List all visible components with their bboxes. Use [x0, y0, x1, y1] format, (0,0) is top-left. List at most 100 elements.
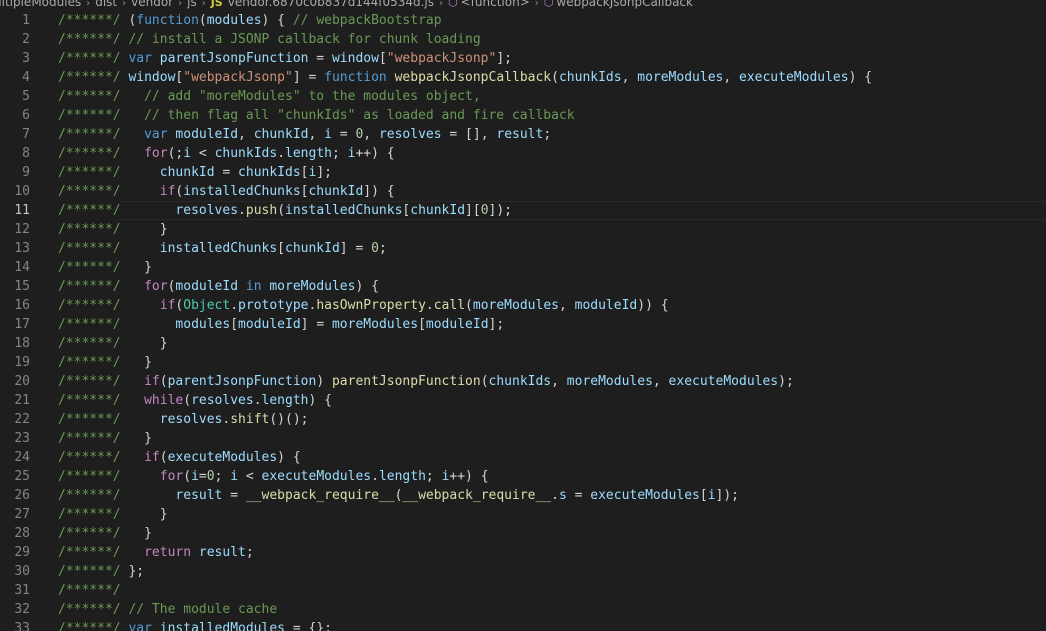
code-line[interactable]: 26 /******/ result = __webpack_require__(…	[0, 486, 1046, 505]
code-token: chunkIds	[558, 70, 622, 85]
code-line[interactable]: 13 /******/ installedChunks[chunkId] = 0;	[0, 239, 1046, 258]
code-token: .	[277, 146, 286, 161]
code-token: /******/	[58, 241, 121, 256]
code-line[interactable]: 4 /******/ window["webpackJsonp"] = funct…	[0, 68, 1046, 87]
code-line[interactable]: 11 /******/ resolves.push(installedChunks…	[0, 201, 1046, 220]
code-line[interactable]: 1/******/ (function(modules) { // webpac…	[0, 11, 1046, 30]
code-text: /******/ }	[58, 429, 152, 448]
code-token: moduleId	[574, 298, 638, 313]
code-token: // add "moreModules" to the modules obje…	[144, 89, 481, 104]
code-text: /******/ return result;	[58, 543, 254, 562]
code-token: chunkId	[410, 203, 466, 218]
code-token: in	[245, 279, 262, 294]
code-line[interactable]: 14 /******/ }	[0, 258, 1046, 277]
code-line[interactable]: 12 /******/ }	[0, 220, 1046, 239]
code-token: /******/	[58, 412, 121, 427]
line-number: 15	[14, 279, 30, 294]
code-line[interactable]: 30 /******/ };	[0, 562, 1046, 581]
breadcrumb-item[interactable]: js	[187, 0, 197, 9]
breadcrumb-separator-icon: ›	[201, 0, 206, 9]
breadcrumb-item[interactable]: vendor	[131, 0, 173, 9]
code-line[interactable]: 24 /******/ if(executeModules) {	[0, 448, 1046, 467]
code-token: (	[159, 450, 168, 465]
code-token: ,	[558, 298, 575, 313]
breadcrumb-item[interactable]: ⬡ <function>	[448, 0, 530, 9]
code-line[interactable]: 15 /******/ for(moduleId in moreModules) …	[0, 277, 1046, 296]
code-line[interactable]: 25/******/ for(i=0; i < executeModules.l…	[0, 467, 1046, 486]
code-token: /******/	[58, 89, 121, 104]
code-token: moreModules	[331, 317, 419, 332]
code-text: /******/ // add "moreModules" to the mod…	[58, 87, 481, 106]
code-token: chunkIds	[488, 374, 552, 389]
code-line[interactable]: 27 /******/ }	[0, 505, 1046, 524]
code-token: if	[144, 450, 160, 465]
code-token: /******/	[58, 279, 121, 294]
code-token: resolves	[191, 393, 254, 408]
code-line[interactable]: 3 /******/ var parentJsonpFunction = wind…	[0, 49, 1046, 68]
code-text: /******/ var installedModules = {};	[58, 619, 332, 631]
code-text: /******/ for(moduleId in moreModules) {	[58, 277, 379, 296]
code-line[interactable]: 21 /******/ while(resolves.length) {	[0, 391, 1046, 410]
code-line[interactable]: 7 /******/ var moduleId, chunkId, i = 0, …	[0, 125, 1046, 144]
code-line[interactable]: 2 /******/ // install a JSONP callback fo…	[0, 30, 1046, 49]
code-line[interactable]: 23 /******/ }	[0, 429, 1046, 448]
code-token: ,	[551, 374, 567, 389]
code-token: <	[238, 469, 262, 484]
code-line[interactable]: 32 /******/ // The module cache	[0, 600, 1046, 619]
code-token: chunkIds	[238, 165, 301, 180]
code-line[interactable]: 22 /******/ resolves.shift()();	[0, 410, 1046, 429]
code-line[interactable]: 17/******/ modules[moduleId] = moreModul…	[0, 315, 1046, 334]
breadcrumb-item[interactable]: ultipleModules	[0, 0, 81, 9]
breadcrumb-item[interactable]: JS vendor.6870c0b837d144f0534d.js	[211, 0, 434, 9]
code-line[interactable]: 16/******/ if(Object.prototype.hasOwnPro…	[0, 296, 1046, 315]
code-token: (	[480, 374, 489, 389]
code-line[interactable]: 9 /******/ chunkId = chunkIds[i];	[0, 163, 1046, 182]
code-editor[interactable]: 1/******/ (function(modules) { // webpac…	[0, 11, 1046, 631]
code-line[interactable]: 28 /******/ }	[0, 524, 1046, 543]
code-line[interactable]: 33 /******/ var installedModules = {};	[0, 619, 1046, 631]
code-line[interactable]: 8/******/ for(;i < chunkIds.length; i++)…	[0, 144, 1046, 163]
line-number: 1	[22, 13, 30, 28]
breadcrumb-item[interactable]: ⬡ webpackJsonpCallback	[544, 0, 693, 9]
code-line[interactable]: 29 /******/ return result;	[0, 543, 1046, 562]
code-text: /******/ if(installedChunks[chunkId]) {	[58, 182, 395, 201]
code-token: resolves	[378, 127, 442, 142]
line-number: 22	[14, 412, 30, 427]
code-line[interactable]: 19 /******/ }	[0, 353, 1046, 372]
code-token: }	[120, 355, 152, 370]
code-token: ;	[331, 146, 348, 161]
code-token: executeModules	[739, 70, 849, 85]
code-token: /******/	[58, 165, 121, 180]
code-token: ()();	[269, 412, 309, 427]
code-token: __webpack_require__	[402, 488, 552, 503]
code-token: ] =	[292, 70, 325, 85]
code-token: parentJsonpFunction	[331, 374, 481, 389]
code-line[interactable]: 31 /******/	[0, 581, 1046, 600]
code-token: parentJsonpFunction	[167, 374, 317, 389]
line-number: 20	[14, 374, 30, 389]
code-token: = {};	[285, 621, 332, 631]
code-token: ;	[245, 545, 254, 560]
line-number: 3	[22, 51, 30, 66]
code-token: hasOwnProperty	[316, 298, 426, 313]
code-token: (	[465, 298, 473, 313]
code-line[interactable]: 20/******/ if(parentJsonpFunction) paren…	[0, 372, 1046, 391]
code-token: resolves	[159, 412, 223, 427]
code-token: modules	[206, 13, 262, 28]
code-line[interactable]: 6 /******/ // then flag all "chunkIds" as…	[0, 106, 1046, 125]
code-line[interactable]: 5 /******/ // add "moreModules" to the mo…	[0, 87, 1046, 106]
code-line[interactable]: 18 /******/ }	[0, 334, 1046, 353]
code-token: chunkId	[285, 241, 340, 256]
line-number: 5	[22, 89, 30, 104]
code-token: );	[778, 374, 794, 389]
code-line[interactable]: 10 /******/ if(installedChunks[chunkId]) …	[0, 182, 1046, 201]
code-token: .	[230, 298, 239, 313]
breadcrumb-item[interactable]: dist	[95, 0, 117, 9]
code-token: ,	[238, 127, 254, 142]
code-token: window	[331, 51, 379, 66]
code-token: }	[120, 526, 152, 541]
line-number: 12	[14, 222, 30, 237]
